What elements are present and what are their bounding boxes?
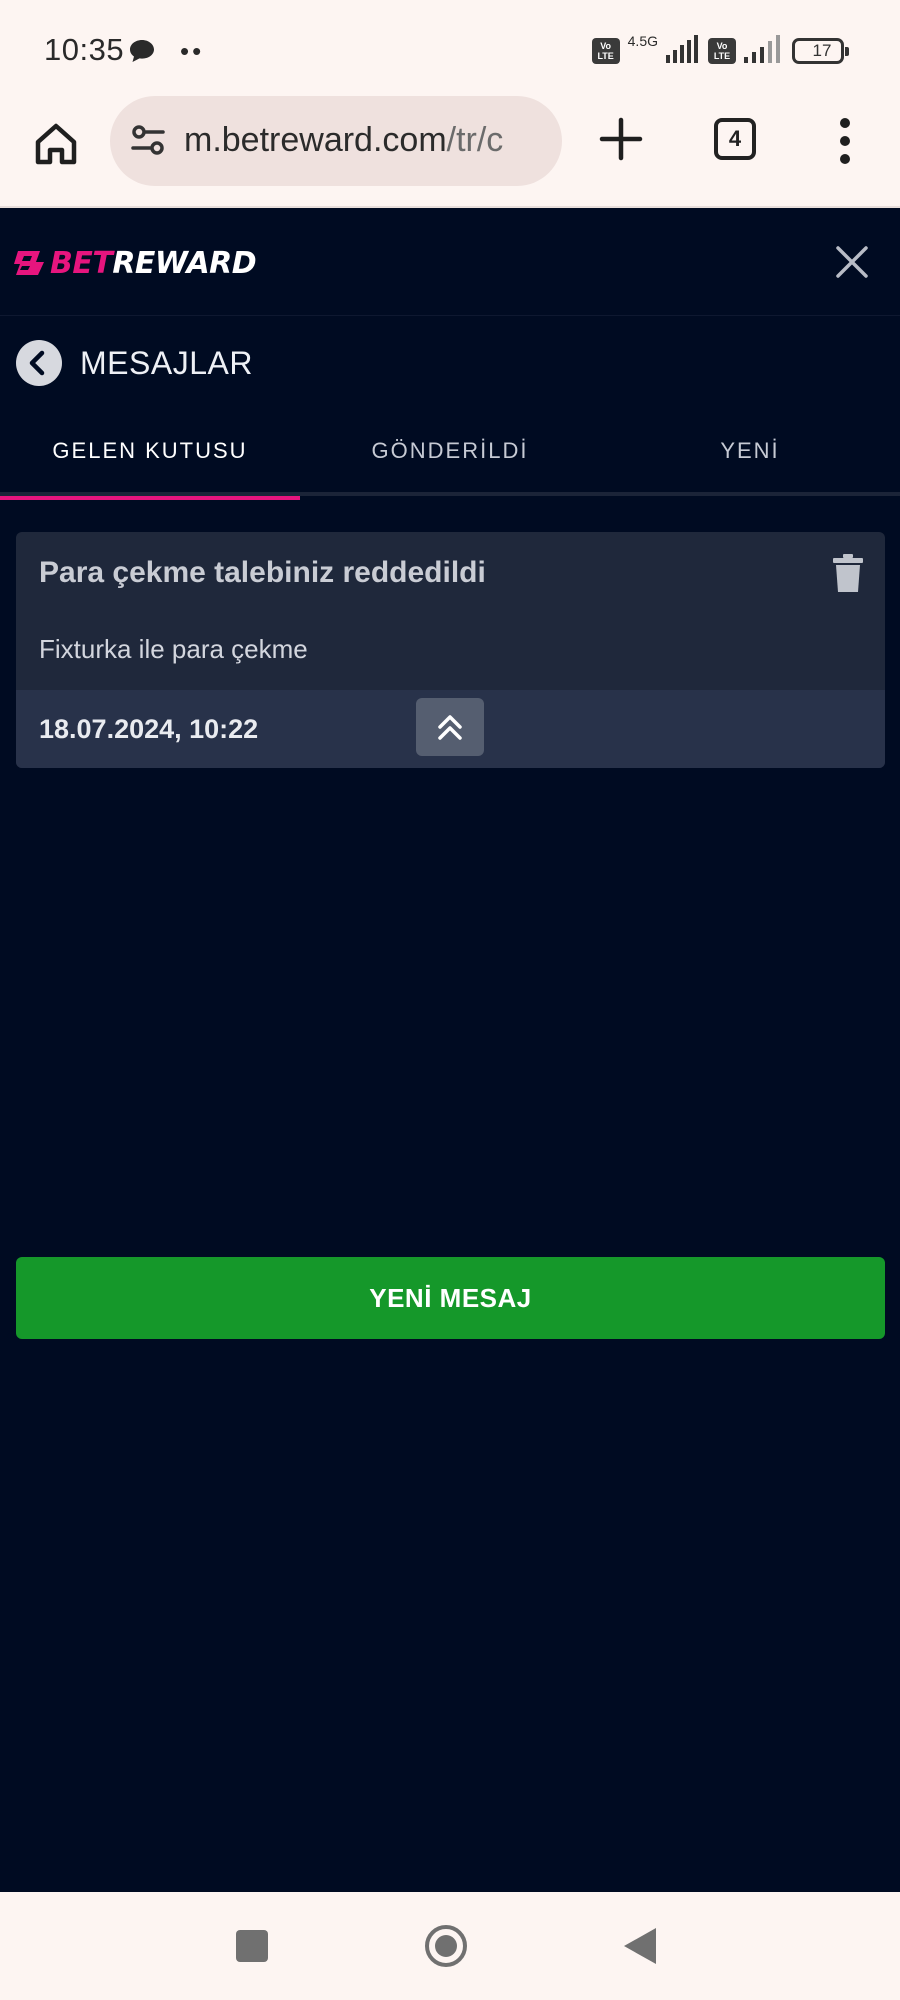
site-header: BETREWARD xyxy=(0,208,900,316)
message-date: 18.07.2024, 10:22 xyxy=(39,714,259,744)
more-vert-icon[interactable] xyxy=(830,116,860,166)
status-time: 10:35 xyxy=(44,32,125,67)
site-settings-icon[interactable] xyxy=(130,122,166,163)
logo-reward-text: REWARD xyxy=(112,246,257,281)
url-domain: m.betreward.com xyxy=(184,121,447,159)
home-icon[interactable] xyxy=(30,118,82,170)
signal-icon-2 xyxy=(744,34,784,68)
nav-home-icon[interactable] xyxy=(424,1924,468,1968)
message-body: Fixturka ile para çekme xyxy=(39,634,308,664)
recents-icon[interactable] xyxy=(236,1930,268,1962)
nav-back-icon[interactable] xyxy=(622,1926,658,1966)
tab-sent[interactable]: GÖNDERİLDİ xyxy=(300,408,600,496)
signal-icon xyxy=(666,34,700,68)
tab-new[interactable]: YENİ xyxy=(600,408,900,496)
status-bar: 10:35 •• Vo LTE 4.5G Vo LTE 17 xyxy=(0,0,900,96)
url-text[interactable]: m.betreward.com/tr/c xyxy=(184,121,554,160)
logo-mark-icon xyxy=(14,245,48,284)
tab-inbox-label: GELEN KUTUSU xyxy=(52,438,248,463)
status-indicators: Vo LTE 4.5G Vo LTE 17 xyxy=(591,33,849,68)
browser-toolbar: m.betreward.com/tr/c 4 xyxy=(0,96,900,208)
trash-icon[interactable] xyxy=(833,554,863,592)
battery-level: 17 xyxy=(812,41,832,60)
volte-icon-2: Vo LTE xyxy=(708,38,736,64)
page-title-row: MESAJLAR xyxy=(0,316,900,408)
tab-inbox[interactable]: GELEN KUTUSU xyxy=(0,408,300,500)
message-bubble-icon xyxy=(128,38,156,69)
plus-icon[interactable] xyxy=(598,116,644,162)
betreward-logo[interactable]: BETREWARD xyxy=(14,244,257,284)
page-title: MESAJLAR xyxy=(80,345,253,381)
volte-icon: Vo LTE xyxy=(591,38,620,64)
tab-sent-label: GÖNDERİLDİ xyxy=(371,438,529,463)
active-tab-indicator xyxy=(0,496,300,500)
tab-new-label: YENİ xyxy=(720,438,780,463)
new-message-button[interactable]: YENİ MESAJ xyxy=(16,1257,885,1339)
url-path: /tr/c xyxy=(446,121,504,159)
status-dots: •• xyxy=(180,36,205,66)
close-icon[interactable] xyxy=(834,244,870,280)
back-arrow-icon[interactable] xyxy=(16,340,62,386)
message-tabs: GELEN KUTUSU GÖNDERİLDİ YENİ xyxy=(0,408,900,500)
chevron-double-up-icon xyxy=(438,715,462,740)
tabs-icon[interactable]: 4 xyxy=(714,118,756,160)
battery-icon: 17 xyxy=(792,38,849,64)
system-nav-bar xyxy=(0,1892,900,2000)
logo-bet-text: BET xyxy=(50,246,113,281)
collapse-button[interactable] xyxy=(416,698,484,756)
message-item[interactable]: Para çekme talebiniz reddedildi Fixturka… xyxy=(16,532,885,768)
url-bar[interactable]: m.betreward.com/tr/c xyxy=(110,96,562,186)
message-footer: 18.07.2024, 10:22 xyxy=(16,690,885,768)
message-subject: Para çekme talebiniz reddedildi xyxy=(39,556,486,589)
network-type-label: 4.5G xyxy=(627,33,658,49)
